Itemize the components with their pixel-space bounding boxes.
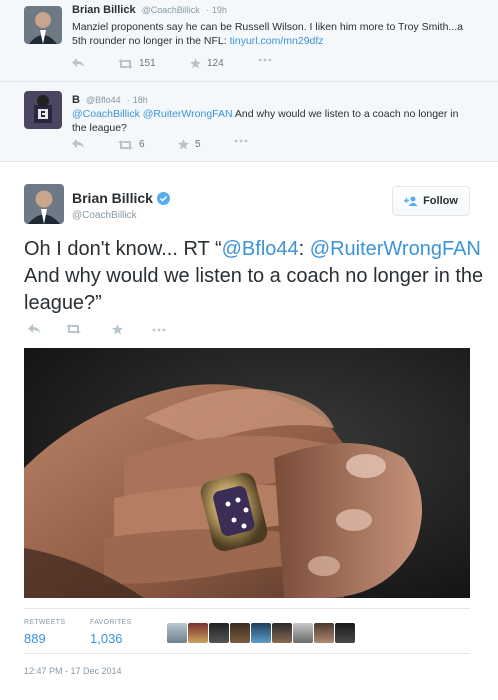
tweet-body-start: Oh I don't know... RT “	[24, 238, 222, 260]
author-handle[interactable]: @CoachBillick	[142, 5, 200, 15]
author-name[interactable]: B	[72, 94, 80, 106]
tweet-header: B @Bflo44 · 18h	[72, 94, 148, 106]
tweet-item[interactable]: Brian Billick @CoachBillick · 19h Manzie…	[0, 0, 498, 82]
avatar[interactable]	[24, 184, 64, 224]
author-handle[interactable]: @Bflo44	[86, 95, 121, 105]
more-icon[interactable]	[258, 58, 272, 62]
favoriter-avatar[interactable]	[335, 623, 355, 643]
follow-label: Follow	[423, 195, 458, 207]
author-name[interactable]: Brian Billick	[72, 4, 136, 16]
tweet-body-mid: :	[298, 238, 310, 260]
retweet-icon[interactable]	[66, 324, 81, 334]
reply-icon[interactable]	[72, 58, 85, 68]
favoriter-avatar[interactable]	[272, 623, 292, 643]
retweets-count[interactable]: 889	[24, 631, 46, 646]
more-icon[interactable]	[234, 139, 248, 143]
favorites-label: FAVORITES	[90, 619, 132, 626]
favoriter-avatars	[167, 623, 355, 643]
mention-link[interactable]: @RuiterWrongFAN	[310, 238, 481, 260]
more-icon[interactable]	[152, 328, 166, 332]
favorite-icon[interactable]	[112, 324, 123, 335]
tweet-photo[interactable]	[24, 348, 470, 598]
tweet-mentions[interactable]: @CoachBillick @RuiterWrongFAN	[72, 108, 233, 120]
retweet-button[interactable]: 6	[118, 139, 145, 150]
timestamp[interactable]: 19h	[212, 5, 227, 15]
retweet-icon	[118, 139, 133, 150]
author-handle[interactable]: @CoachBillick	[72, 210, 137, 221]
author-name[interactable]: Brian Billick	[72, 190, 153, 206]
favorite-count: 124	[207, 58, 224, 69]
retweet-count: 6	[139, 139, 145, 150]
favorite-count: 5	[195, 139, 201, 150]
favoriter-avatar[interactable]	[188, 623, 208, 643]
follow-button[interactable]: Follow	[392, 186, 470, 216]
dot-separator: ·	[205, 5, 209, 15]
retweet-button[interactable]: 151	[118, 58, 156, 69]
tweet-stats: RETWEETS 889 FAVORITES 1,036	[24, 608, 470, 654]
reply-icon[interactable]	[28, 324, 41, 334]
favoriter-avatar[interactable]	[209, 623, 229, 643]
tweet-text: @CoachBillick @RuiterWrongFAN And why wo…	[72, 107, 472, 135]
tweet-item[interactable]: B @Bflo44 · 18h @CoachBillick @RuiterWro…	[0, 82, 498, 162]
timestamp[interactable]: 18h	[133, 95, 148, 105]
retweets-label: RETWEETS	[24, 619, 66, 626]
favorites-count[interactable]: 1,036	[90, 631, 123, 646]
tweet-date[interactable]: 12:47 PM - 17 Dec 2014	[24, 666, 122, 676]
favoriter-avatar[interactable]	[314, 623, 334, 643]
favorite-button[interactable]: 124	[190, 58, 224, 69]
tweet-text: Manziel proponents say he can be Russell…	[72, 20, 472, 48]
tweet-text: Oh I don't know... RT “@Bflo44: @RuiterW…	[24, 236, 484, 317]
favorite-icon	[190, 58, 201, 69]
tweet-link[interactable]: tinyurl.com/mn29dfz	[230, 35, 324, 47]
tweet-body-end: And why would we listen to a coach no lo…	[24, 265, 484, 314]
reply-icon[interactable]	[72, 139, 85, 149]
favoriter-avatar[interactable]	[251, 623, 271, 643]
tweet-header: Brian Billick @CoachBillick · 19h	[72, 4, 227, 16]
favorite-button[interactable]: 5	[178, 139, 201, 150]
retweet-count: 151	[139, 58, 156, 69]
retweet-icon	[118, 58, 133, 69]
expanded-tweet: Brian Billick @CoachBillick Follow Oh I …	[0, 170, 498, 700]
favoriter-avatar[interactable]	[293, 623, 313, 643]
dot-separator: ·	[126, 95, 130, 105]
mention-link[interactable]: @Bflo44	[222, 238, 299, 260]
verified-badge-icon	[156, 191, 170, 205]
avatar[interactable]	[24, 91, 62, 129]
favorite-icon	[178, 139, 189, 150]
author-name-row: Brian Billick	[72, 190, 170, 206]
favoriter-avatar[interactable]	[230, 623, 250, 643]
avatar[interactable]	[24, 6, 62, 44]
favoriter-avatar[interactable]	[167, 623, 187, 643]
clasped-hands-ring-image	[24, 348, 470, 598]
follow-person-icon	[404, 196, 418, 206]
